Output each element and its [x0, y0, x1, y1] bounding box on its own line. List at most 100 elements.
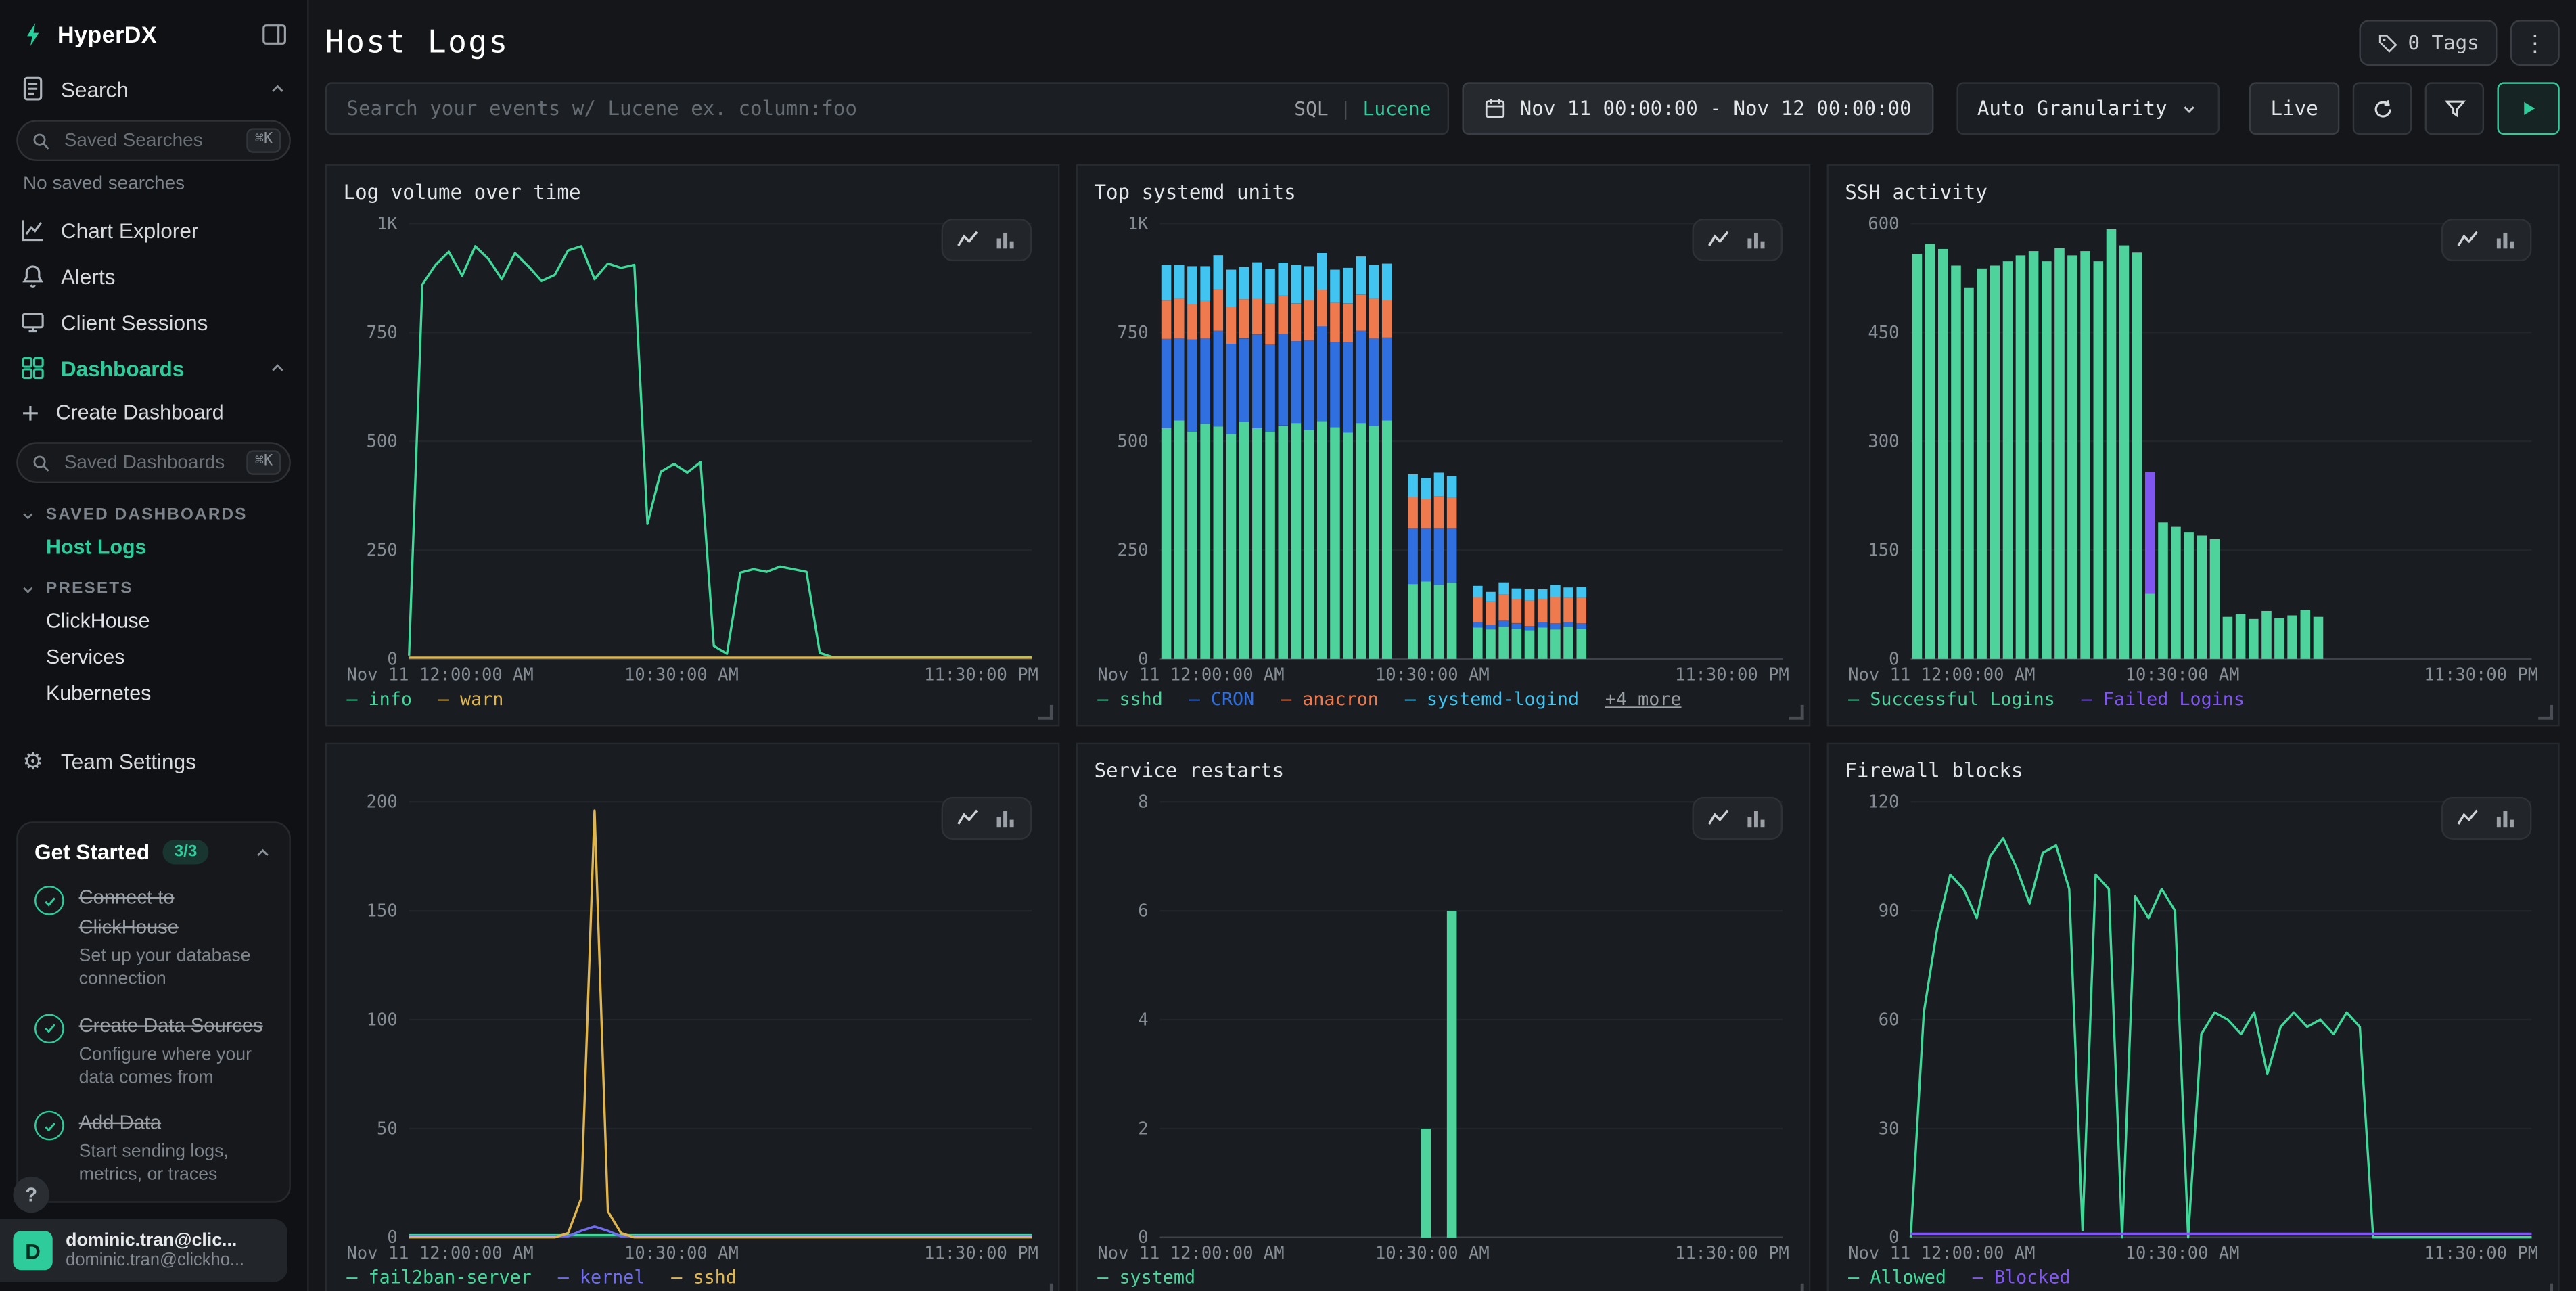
- saved-dashboards-input[interactable]: [61, 451, 237, 474]
- more-options-button[interactable]: ⋮: [2510, 20, 2560, 66]
- legend-item[interactable]: — Blocked: [1973, 1266, 2071, 1288]
- legend-item[interactable]: — Failed Logins: [2082, 687, 2245, 709]
- legend-item[interactable]: — info: [346, 687, 412, 709]
- line-chart-icon[interactable]: [2456, 807, 2479, 830]
- chart-type-toggle[interactable]: [2441, 219, 2532, 261]
- collapse-sidebar-icon[interactable]: [261, 22, 288, 48]
- create-dashboard-button[interactable]: Create Dashboard: [0, 391, 307, 434]
- chevron-up-icon[interactable]: [253, 842, 273, 862]
- lucene-toggle[interactable]: Lucene: [1363, 97, 1431, 120]
- bar-chart-icon[interactable]: [1745, 229, 1768, 252]
- get-started-step[interactable]: Create Data Sources Configure where your…: [34, 1010, 273, 1090]
- bar-chart-icon[interactable]: [1745, 807, 1768, 830]
- sidebar-item-alerts[interactable]: Alerts: [0, 253, 307, 299]
- svg-text:250: 250: [367, 541, 398, 561]
- legend-item[interactable]: — sshd: [1097, 687, 1163, 709]
- resize-handle[interactable]: [1789, 705, 1804, 720]
- svg-text:Nov 11 12:00:00 AM: Nov 11 12:00:00 AM: [1848, 664, 2035, 685]
- filter-bar: SQL | Lucene Nov 11 00:00:00 - Nov 12 00…: [309, 76, 2576, 148]
- chart-title: Service restarts: [1094, 759, 1792, 789]
- legend-item[interactable]: — CRON: [1189, 687, 1255, 709]
- legend-more[interactable]: +4 more: [1605, 687, 1682, 709]
- granularity-dropdown[interactable]: Auto Granularity: [1956, 82, 2220, 135]
- chart-title: [344, 759, 1042, 789]
- chevron-up-icon: [268, 358, 288, 378]
- sidebar-item-services[interactable]: Services: [0, 639, 307, 675]
- legend-item[interactable]: — kernel: [558, 1266, 645, 1288]
- live-button[interactable]: Live: [2249, 82, 2339, 135]
- get-started-step[interactable]: Add Data Start sending logs, metrics, or…: [34, 1108, 273, 1187]
- search-icon: [31, 453, 51, 472]
- chart-title: Firewall blocks: [1845, 759, 2542, 789]
- shortcut-badge: ⌘K: [247, 450, 281, 476]
- line-chart-icon[interactable]: [1707, 229, 1730, 252]
- legend-item[interactable]: — sshd: [671, 1266, 737, 1288]
- line-chart-icon[interactable]: [2456, 229, 2479, 252]
- chart-type-toggle[interactable]: [942, 219, 1032, 261]
- run-query-button[interactable]: [2497, 82, 2559, 135]
- chart-legend: — Allowed — Blocked: [1845, 1264, 2542, 1290]
- sidebar-item-clickhouse[interactable]: ClickHouse: [0, 603, 307, 639]
- user-menu[interactable]: D dominic.tran@clic... dominic.tran@clic…: [0, 1219, 288, 1282]
- refresh-icon: [2370, 96, 2394, 120]
- legend-item[interactable]: — systemd-logind: [1405, 687, 1579, 709]
- resize-handle[interactable]: [1038, 705, 1053, 720]
- help-button[interactable]: ?: [13, 1177, 49, 1213]
- svg-text:10:30:00 AM: 10:30:00 AM: [624, 664, 739, 685]
- event-search-input[interactable]: [344, 95, 1281, 122]
- saved-searches-search[interactable]: ⌘K: [16, 120, 291, 161]
- legend-item[interactable]: — anacron: [1281, 687, 1379, 709]
- resize-handle[interactable]: [1789, 1284, 1804, 1291]
- filter-button[interactable]: [2425, 82, 2484, 135]
- tags-button[interactable]: 0 Tags: [2359, 20, 2498, 66]
- svg-text:200: 200: [367, 792, 398, 813]
- svg-text:10:30:00 AM: 10:30:00 AM: [1375, 664, 1490, 685]
- sidebar-item-dashboards[interactable]: Dashboards: [0, 345, 307, 391]
- chart-type-toggle[interactable]: [1692, 797, 1782, 840]
- chart-type-toggle[interactable]: [2441, 797, 2532, 840]
- legend-item[interactable]: — fail2ban-server: [346, 1266, 531, 1288]
- sidebar-item-kubernetes[interactable]: Kubernetes: [0, 675, 307, 711]
- svg-text:90: 90: [1879, 901, 1900, 922]
- saved-searches-input[interactable]: [61, 129, 237, 152]
- get-started-step[interactable]: Connect to ClickHouse Set up your databa…: [34, 882, 273, 992]
- chart-type-toggle[interactable]: [1692, 219, 1782, 261]
- legend-item[interactable]: — systemd: [1097, 1266, 1195, 1288]
- saved-dashboards-header[interactable]: SAVED DASHBOARDS: [0, 491, 307, 529]
- line-chart-icon[interactable]: [1707, 807, 1730, 830]
- legend-item[interactable]: — Successful Logins: [1848, 687, 2055, 709]
- bar-chart-icon[interactable]: [2494, 807, 2517, 830]
- resize-handle[interactable]: [2538, 705, 2553, 720]
- sidebar-item-host-logs[interactable]: Host Logs: [0, 529, 307, 565]
- sidebar-item-label: Alerts: [61, 264, 288, 288]
- line-chart-icon[interactable]: [956, 807, 979, 830]
- svg-text:120: 120: [1868, 792, 1899, 813]
- sql-toggle[interactable]: SQL: [1294, 97, 1328, 120]
- presets-header[interactable]: PRESETS: [0, 565, 307, 603]
- sidebar-item-chart-explorer[interactable]: Chart Explorer: [0, 207, 307, 253]
- bar-chart-icon[interactable]: [994, 807, 1017, 830]
- legend-item[interactable]: — warn: [438, 687, 504, 709]
- resize-handle[interactable]: [1038, 1284, 1053, 1291]
- sidebar-item-search[interactable]: Search: [0, 66, 307, 112]
- svg-text:2: 2: [1138, 1118, 1148, 1139]
- saved-dashboards-search[interactable]: ⌘K: [16, 442, 291, 483]
- date-range-picker[interactable]: Nov 11 00:00:00 - Nov 12 00:00:00: [1463, 82, 1933, 135]
- resize-handle[interactable]: [2538, 1284, 2553, 1291]
- sidebar-item-label: Search: [61, 76, 253, 101]
- line-chart-icon[interactable]: [956, 229, 979, 252]
- bar-chart-icon[interactable]: [994, 229, 1017, 252]
- chart-type-toggle[interactable]: [942, 797, 1032, 840]
- sidebar-item-client-sessions[interactable]: Client Sessions: [0, 299, 307, 345]
- svg-text:750: 750: [367, 323, 398, 343]
- event-search-box[interactable]: SQL | Lucene: [325, 82, 1449, 135]
- refresh-button[interactable]: [2353, 82, 2412, 135]
- step-title: Add Data: [79, 1111, 162, 1134]
- bar-chart-icon[interactable]: [2494, 229, 2517, 252]
- svg-text:1K: 1K: [1128, 214, 1149, 234]
- svg-text:10:30:00 AM: 10:30:00 AM: [2125, 664, 2240, 685]
- sidebar-item-team-settings[interactable]: ⚙ Team Settings: [0, 738, 307, 785]
- svg-text:1K: 1K: [377, 214, 398, 234]
- sidebar-item-label: Team Settings: [61, 749, 288, 773]
- legend-item[interactable]: — Allowed: [1848, 1266, 1946, 1288]
